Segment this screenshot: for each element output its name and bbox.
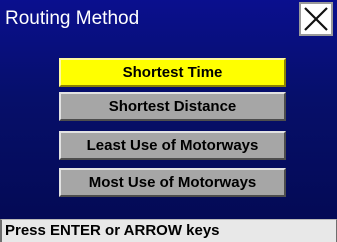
status-text: Press ENTER or ARROW keys [5, 222, 220, 239]
status-bar: Press ENTER or ARROW keys [0, 219, 337, 242]
option-least-use-of-motorways[interactable]: Least Use of Motorways [59, 131, 286, 160]
close-icon [304, 7, 328, 31]
close-button[interactable] [299, 2, 333, 36]
option-most-use-of-motorways[interactable]: Most Use of Motorways [59, 168, 286, 197]
window-title: Routing Method [5, 8, 140, 29]
routing-method-screen: Routing Method Shortest Time Shortest Di… [0, 0, 337, 219]
option-shortest-distance[interactable]: Shortest Distance [59, 92, 286, 121]
option-shortest-time[interactable]: Shortest Time [59, 58, 286, 87]
title-bar: Routing Method [0, 0, 337, 39]
